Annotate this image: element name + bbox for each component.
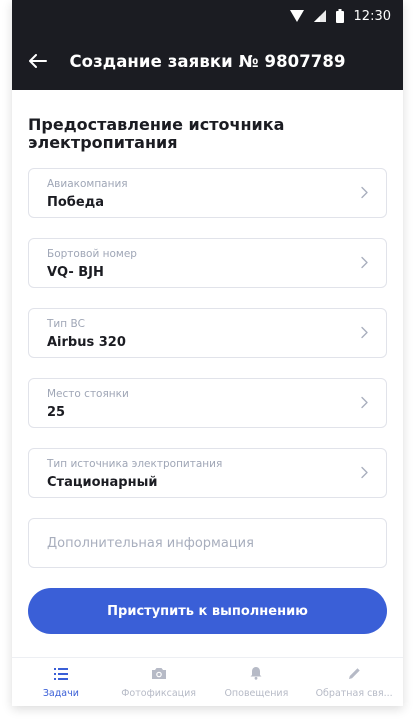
wifi-icon [289, 10, 304, 22]
field-label: Тип ВС [47, 318, 85, 330]
status-bar: 12:30 [12, 0, 403, 32]
phone-screen: 12:30 Создание заявки № 9807789 Предоста… [12, 0, 403, 706]
page-title: Создание заявки № 9807789 [69, 51, 346, 71]
power-source-type-field[interactable]: Тип источника электропитания Стационарны… [28, 448, 387, 498]
chevron-right-icon [361, 464, 368, 483]
chevron-right-icon [361, 324, 368, 343]
field-value: 25 [47, 405, 66, 420]
start-execution-button[interactable]: Приступить к выполнению [28, 588, 387, 634]
field-value: Стационарный [47, 475, 158, 490]
aircraft-type-field[interactable]: Тип ВС Airbus 320 [28, 308, 387, 358]
nav-item-feedback[interactable]: Обратная свя... [305, 658, 403, 706]
nav-item-photo[interactable]: Фотофиксация [110, 658, 208, 706]
chevron-right-icon [361, 394, 368, 413]
nav-label: Задачи [42, 688, 79, 699]
field-value: VQ- BJH [47, 265, 104, 280]
nav-item-tasks[interactable]: Задачи [12, 658, 110, 706]
battery-icon [335, 9, 344, 23]
pencil-icon [348, 665, 361, 684]
nav-label: Обратная свя... [315, 688, 393, 699]
section-title: Предоставление источника электропитания [28, 115, 285, 152]
tail-number-field[interactable]: Бортовой номер VQ- BJH [28, 238, 387, 288]
field-label: Авиакомпания [47, 178, 128, 190]
field-label: Бортовой номер [47, 248, 137, 260]
chevron-right-icon [361, 184, 368, 203]
field-label: Тип источника электропитания [47, 458, 223, 470]
back-arrow-icon[interactable] [28, 51, 48, 71]
signal-icon [313, 10, 326, 22]
chevron-right-icon [361, 254, 368, 273]
parking-stand-field[interactable]: Место стоянки 25 [28, 378, 387, 428]
status-time: 12:30 [353, 8, 391, 24]
field-label: Место стоянки [47, 388, 129, 400]
additional-info-input[interactable]: Дополнительная информация [28, 518, 387, 568]
list-icon [53, 665, 68, 684]
bell-icon [249, 665, 263, 684]
app-bar: Создание заявки № 9807789 [12, 32, 403, 90]
camera-icon [151, 665, 167, 684]
nav-label: Оповещения [224, 688, 289, 699]
nav-label: Фотофиксация [121, 688, 197, 699]
field-value: Airbus 320 [47, 335, 126, 350]
bottom-nav: Задачи Фотофиксация Оповещения Обратная … [12, 657, 403, 706]
field-value: Победа [47, 195, 104, 210]
airline-field[interactable]: Авиакомпания Победа [28, 168, 387, 218]
additional-info-placeholder: Дополнительная информация [47, 535, 254, 551]
form-content: Предоставление источника электропитания … [12, 116, 403, 634]
nav-item-notifications[interactable]: Оповещения [208, 658, 306, 706]
